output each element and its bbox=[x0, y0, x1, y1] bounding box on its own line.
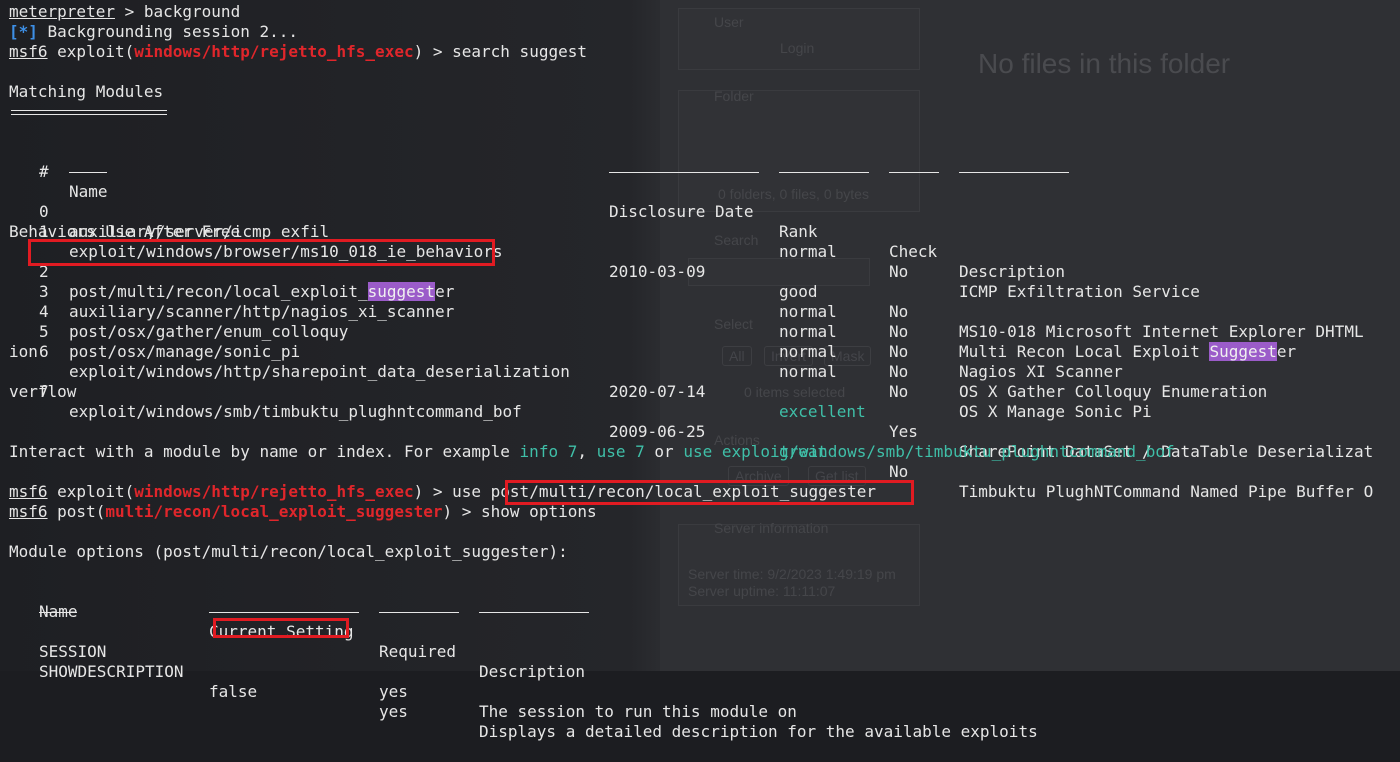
opt-header-required-underline bbox=[379, 612, 459, 614]
row-module-name: exploit/windows/smb/timbuktu_plughntcomm… bbox=[69, 402, 522, 421]
row-description-wrap: ion bbox=[9, 342, 38, 361]
row-check: No bbox=[889, 462, 909, 481]
option-name: SHOWDESCRIPTION bbox=[39, 662, 184, 681]
table-row: 0 auxiliary/server/icmp_exfil normal No … bbox=[0, 182, 1400, 301]
row-description-wrap: verflow bbox=[9, 382, 77, 401]
prompt-context-open: exploit( bbox=[47, 42, 135, 61]
interact-hint-line: Interact with a module by name or index.… bbox=[9, 442, 1175, 462]
search-match-highlight: Suggest bbox=[1209, 342, 1277, 361]
option-row: SHOWDESCRIPTION false yes Displays a det… bbox=[0, 642, 1400, 741]
line-background-command: meterpreter > background bbox=[9, 2, 240, 22]
opt-header-name-underline bbox=[39, 612, 77, 614]
row-description: OS X Manage Sonic Pi bbox=[959, 402, 1152, 421]
module-options-title: Module options (post/multi/recon/local_e… bbox=[9, 542, 568, 561]
row-description: Multi Recon Local Exploit Suggester bbox=[959, 342, 1296, 362]
row-check: No bbox=[889, 342, 909, 361]
terminal-output: meterpreter > background [*] Backgroundi… bbox=[0, 0, 1400, 741]
annotation-box-suggester-row bbox=[28, 239, 495, 266]
header-description-underline bbox=[959, 172, 1069, 174]
option-required: yes bbox=[379, 682, 408, 701]
msf6-prompt: msf6 bbox=[9, 482, 48, 501]
hint-use-index-command: use 7 bbox=[596, 442, 645, 461]
description-part: er bbox=[1276, 342, 1297, 361]
prompt-context-open: post( bbox=[47, 502, 106, 521]
row-date: 2020-07-14 bbox=[609, 382, 706, 401]
table-row: 7 exploit/windows/smb/timbuktu_plughntco… bbox=[0, 362, 1400, 501]
matching-modules-title: Matching Modules bbox=[9, 82, 164, 101]
row-module-name: post/osx/manage/sonic_pi bbox=[69, 342, 301, 361]
line-show-options-command: msf6 post(multi/recon/local_exploit_sugg… bbox=[9, 502, 597, 522]
header-date-underline bbox=[609, 172, 759, 174]
background-command-text: > background bbox=[114, 2, 241, 21]
msf6-prompt: msf6 bbox=[9, 502, 48, 521]
line-search-command: msf6 exploit(windows/http/rejetto_hfs_ex… bbox=[9, 42, 587, 62]
row-check: Yes bbox=[889, 422, 918, 441]
description-part: Multi Recon Local Exploit bbox=[959, 342, 1210, 361]
option-setting: false bbox=[209, 682, 258, 701]
header-rank-underline bbox=[779, 172, 869, 174]
hint-info-command: info 7 bbox=[519, 442, 578, 461]
meterpreter-prompt: meterpreter bbox=[9, 2, 115, 21]
header-rank: Rank bbox=[779, 222, 818, 241]
header-num-dash: - bbox=[39, 159, 49, 178]
annotation-box-session-setting bbox=[213, 618, 349, 638]
opt-header-setting-underline bbox=[209, 612, 359, 614]
hint-separator: or bbox=[644, 442, 684, 461]
interact-hint-text: Interact with a module by name or index.… bbox=[9, 442, 520, 461]
row-check: No bbox=[889, 382, 909, 401]
active-module-name: windows/http/rejetto_hfs_exec bbox=[134, 482, 414, 501]
table-row: 1 exploit/windows/browser/ms10_018_ie_be… bbox=[0, 202, 1400, 341]
option-description: The session to run this module on bbox=[479, 702, 797, 721]
line-backgrounding-session: [*] Backgrounding session 2... bbox=[9, 22, 298, 42]
row-date: 2009-06-25 bbox=[609, 422, 706, 441]
hint-separator: , bbox=[577, 442, 597, 461]
row-description: Timbuktu PlughNTCommand Named Pipe Buffe… bbox=[959, 482, 1374, 501]
active-module-name: multi/recon/local_exploit_suggester bbox=[105, 502, 443, 521]
title-double-underline bbox=[11, 110, 167, 115]
option-required: yes bbox=[379, 702, 408, 721]
table-row: 5 post/osx/manage/sonic_pi normal No OS … bbox=[0, 302, 1400, 421]
modules-table-header: # Name Disclosure Date Rank Check Descri… bbox=[0, 142, 1400, 281]
options-table-header: Name Current Setting Required Descriptio… bbox=[0, 582, 1400, 681]
backgrounding-text: Backgrounding session 2... bbox=[37, 22, 298, 41]
use-command-text: ) > use bbox=[413, 482, 491, 501]
active-module-name: windows/http/rejetto_hfs_exec bbox=[134, 42, 414, 61]
opt-header-description-underline bbox=[479, 612, 589, 614]
info-tag: [*] bbox=[9, 22, 38, 41]
msf6-prompt: msf6 bbox=[9, 42, 48, 61]
row-rank: excellent bbox=[779, 402, 866, 421]
annotation-box-use-argument bbox=[505, 480, 914, 505]
header-name-underline bbox=[69, 172, 107, 174]
opt-header-description: Description bbox=[479, 662, 585, 681]
option-description: Displays a detailed description for the … bbox=[479, 722, 1038, 741]
row-description: OS X Gather Colloquy Enumeration bbox=[959, 382, 1268, 401]
table-row: 4 post/osx/gather/enum_colloquy normal N… bbox=[0, 282, 1400, 401]
hint-use-module-command: use exploit/windows/smb/timbuktu_plughnt… bbox=[683, 442, 1175, 461]
row-num: 6 bbox=[39, 342, 49, 361]
table-row: 6 exploit/windows/http/sharepoint_data_d… bbox=[0, 322, 1400, 461]
prompt-context-open: exploit( bbox=[47, 482, 135, 501]
header-check-underline bbox=[889, 172, 939, 174]
row-rank: normal bbox=[779, 342, 837, 361]
option-row: SESSION yes The session to run this modu… bbox=[0, 622, 1400, 721]
search-command-text: ) > search suggest bbox=[413, 42, 587, 61]
